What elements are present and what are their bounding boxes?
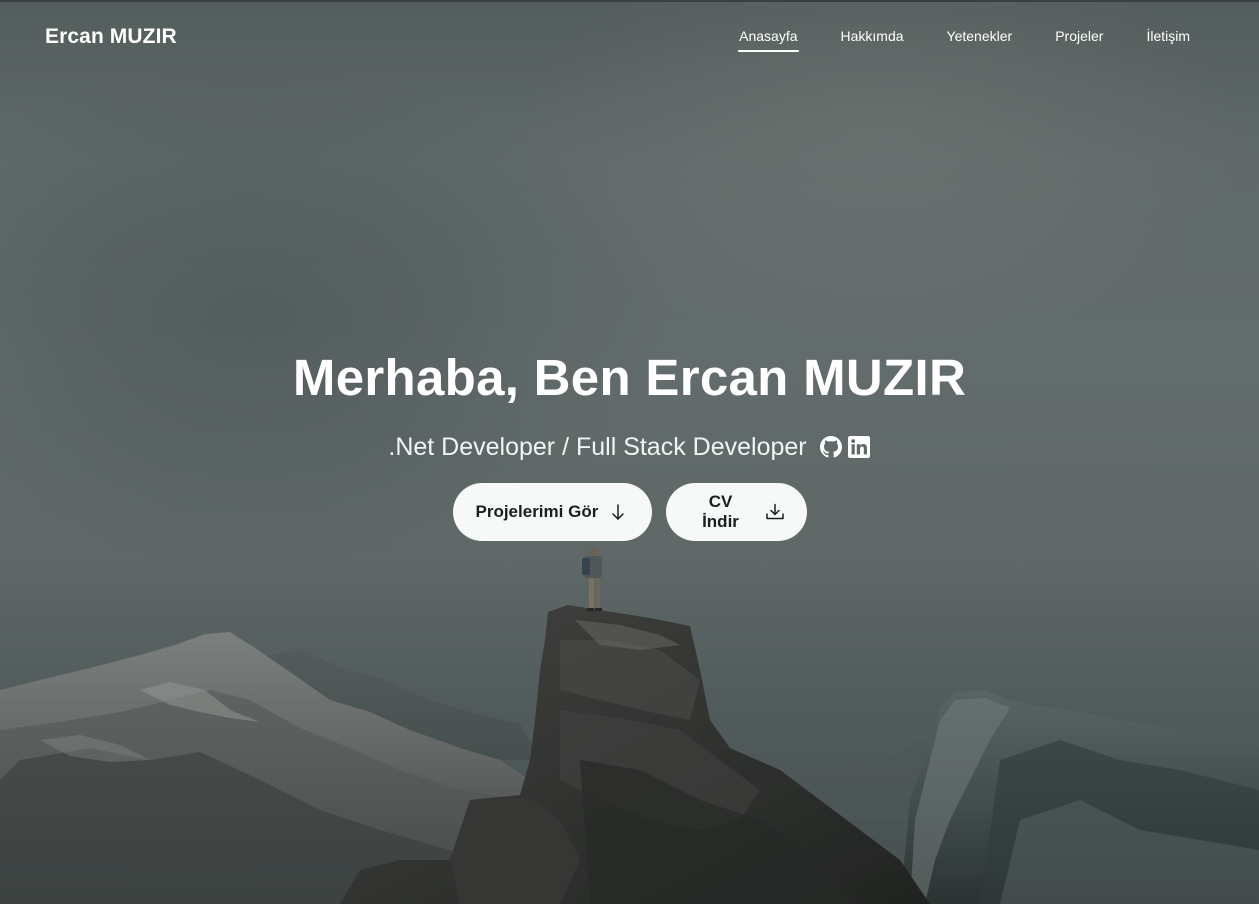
- download-cv-label: CV İndir: [702, 492, 739, 531]
- download-icon: [765, 503, 785, 521]
- hero-page: Ercan MUZIR Anasayfa Hakkımda Yetenekler…: [0, 0, 1259, 904]
- cta-buttons: Projelerimi Gör CV İndir: [0, 483, 1259, 541]
- view-projects-button[interactable]: Projelerimi Gör: [452, 483, 652, 541]
- nav-link-iletisim[interactable]: İletişim: [1146, 28, 1190, 52]
- nav-link-hakkimda[interactable]: Hakkımda: [841, 28, 904, 52]
- hero-subtitle-row: .Net Developer / Full Stack Developer: [0, 430, 1259, 464]
- nav-link-projeler[interactable]: Projeler: [1055, 28, 1103, 52]
- nav-link-yetenekler[interactable]: Yetenekler: [947, 28, 1013, 52]
- arrow-down-icon: [610, 503, 626, 521]
- hero-title: Merhaba, Ben Ercan MUZIR: [292, 349, 967, 406]
- view-projects-label: Projelerimi Gör: [475, 502, 599, 521]
- linkedin-icon[interactable]: [847, 435, 871, 459]
- navbar: Ercan MUZIR Anasayfa Hakkımda Yetenekler…: [0, 0, 1259, 76]
- brand-logo[interactable]: Ercan MUZIR: [45, 25, 177, 49]
- nav-menu: Anasayfa Hakkımda Yetenekler Projeler İl…: [696, 28, 1190, 52]
- hero-section: Merhaba, Ben Ercan MUZIR .Net Developer …: [0, 340, 1259, 541]
- hero-subtitle: .Net Developer / Full Stack Developer: [388, 432, 807, 461]
- nav-link-anasayfa[interactable]: Anasayfa: [738, 28, 799, 52]
- github-icon[interactable]: [819, 435, 843, 459]
- download-cv-button[interactable]: CV İndir: [665, 483, 807, 541]
